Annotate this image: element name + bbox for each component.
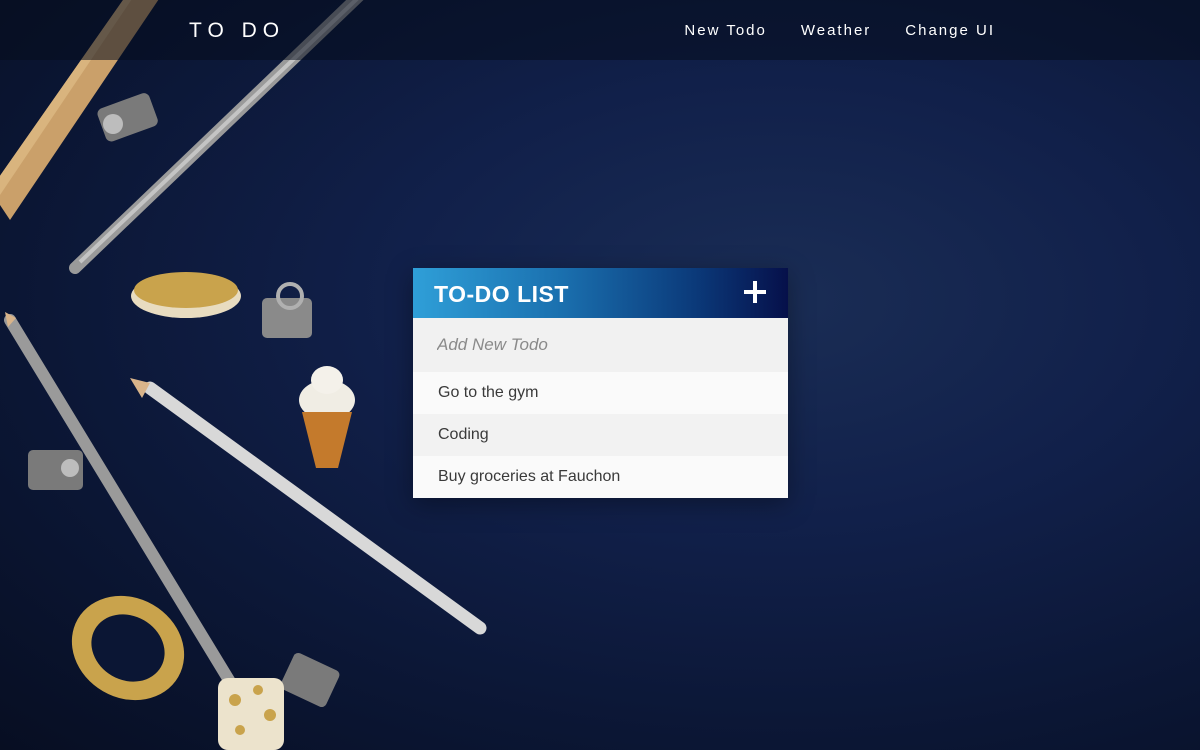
todo-item[interactable]: Buy groceries at Fauchon [413,456,788,498]
washi-tape-decoration [218,678,284,750]
binder-clip-decoration [97,93,158,142]
todo-item[interactable]: Coding [413,414,788,456]
nav-new-todo[interactable]: New Todo [684,22,766,39]
binder-clip-decoration [280,652,340,708]
ice-cream-eraser-decoration [299,366,355,468]
nav-change-ui[interactable]: Change UI [905,22,995,39]
nav-links: New Todo Weather Change UI [684,22,995,39]
todo-title: TO-DO LIST [434,281,569,307]
todo-card: TO-DO LIST Go to the gym Coding Buy groc… [413,268,788,498]
todo-header: TO-DO LIST [413,268,788,318]
new-todo-input[interactable] [413,318,788,372]
nav-weather[interactable]: Weather [801,22,871,39]
todo-list: Go to the gym Coding Buy groceries at Fa… [413,372,788,498]
top-navbar: TO DO New Todo Weather Change UI [0,0,1200,60]
plus-icon[interactable] [742,279,768,305]
binder-clip-decoration [28,450,83,490]
app-brand[interactable]: TO DO [189,19,285,43]
binder-clip-decoration [262,282,312,338]
todo-item[interactable]: Go to the gym [413,372,788,414]
washi-tape-decoration [131,272,241,318]
